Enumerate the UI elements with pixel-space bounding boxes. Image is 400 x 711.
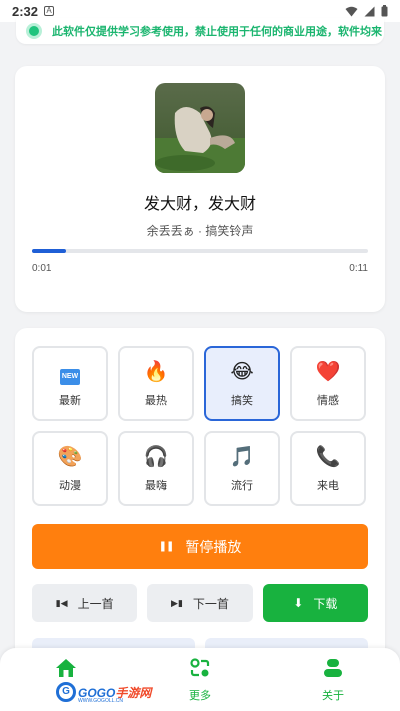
new-icon: NEW xyxy=(59,360,81,385)
wifi-icon xyxy=(345,6,358,16)
category-label: 最热 xyxy=(145,394,167,407)
status-icons xyxy=(345,5,388,17)
next-label: 下一首 xyxy=(192,596,229,611)
progress-fill xyxy=(32,249,66,253)
music-note-icon: 🎵 xyxy=(229,445,255,468)
bottom-tab-bar: G GOGO手游网 WWW.GOGOLL.CN 更多 关于 xyxy=(0,648,400,711)
laughing-face-icon: 😂 xyxy=(230,360,254,383)
fire-icon: 🔥 xyxy=(143,360,169,383)
category-label: 流行 xyxy=(231,479,253,492)
notice-dot-icon xyxy=(26,23,42,39)
song-title: 发大财，发大财 xyxy=(143,196,256,213)
pause-icon: ❚❚ xyxy=(158,541,175,552)
download-button[interactable]: ⬇ 下载 xyxy=(262,584,368,622)
album-cover xyxy=(155,83,245,173)
song-category: 搞笑铃声 xyxy=(205,224,254,238)
song-subtitle: 余丢丢ぁ · 搞笑铃声 xyxy=(15,222,385,239)
gogo-logo: G GOGO手游网 WWW.GOGOLL.CN xyxy=(56,682,151,704)
user-icon xyxy=(324,659,342,677)
tab-home[interactable] xyxy=(26,658,106,683)
download-icon: ⬇ xyxy=(293,596,304,610)
previous-button[interactable]: ▮◀ 上一首 xyxy=(32,584,138,622)
disclaimer-banner: 此软件仅提供学习参考使用，禁止使用于任何的商业用途，软件均来 xyxy=(16,18,384,44)
category-funny[interactable]: 😂 搞笑 xyxy=(204,346,280,421)
status-time: 2:32 xyxy=(12,3,39,19)
category-label: 情感 xyxy=(317,394,339,407)
total-time: 0:11 xyxy=(349,263,368,274)
tab-more[interactable]: 更多 xyxy=(160,658,240,703)
category-label: 来电 xyxy=(317,479,339,492)
tab-about[interactable]: 关于 xyxy=(293,658,373,703)
notification-a-icon: A xyxy=(44,6,55,16)
headphones-icon: 🎧 xyxy=(143,445,169,468)
more-apps-icon xyxy=(190,658,210,677)
category-emotion[interactable]: ❤️ 情感 xyxy=(290,346,366,421)
battery-icon xyxy=(381,5,388,17)
category-label: 搞笑 xyxy=(231,394,253,407)
logo-url: WWW.GOGOLL.CN xyxy=(78,698,123,704)
category-grid: NEW 最新 🔥 最热 😂 搞笑 ❤️ 情感 🎨 动漫 🎧 最嗨 🎵 流行 📞 xyxy=(32,346,368,506)
category-ringtone[interactable]: 📞 来电 xyxy=(290,431,366,506)
category-pop[interactable]: 🎵 流行 xyxy=(204,431,280,506)
tab-more-label: 更多 xyxy=(189,690,211,702)
category-party[interactable]: 🎧 最嗨 xyxy=(118,431,194,506)
progress-bar[interactable] xyxy=(32,249,368,253)
skip-previous-icon: ▮◀ xyxy=(55,597,68,608)
current-time: 0:01 xyxy=(32,263,52,274)
previous-label: 上一首 xyxy=(77,596,114,611)
palette-icon: 🎨 xyxy=(57,445,83,468)
category-label: 动漫 xyxy=(59,479,81,492)
next-button[interactable]: ▶▮ 下一首 xyxy=(147,584,253,622)
download-label: 下载 xyxy=(313,596,338,611)
heart-icon: ❤️ xyxy=(315,360,341,383)
playback-controls: ▮◀ 上一首 ▶▮ 下一首 ⬇ 下载 xyxy=(32,584,368,622)
signal-icon xyxy=(364,6,375,16)
tab-about-label: 关于 xyxy=(322,690,344,702)
disclaimer-text: 此软件仅提供学习参考使用，禁止使用于任何的商业用途，软件均来 xyxy=(52,26,382,38)
category-newest[interactable]: NEW 最新 xyxy=(32,346,108,421)
category-anime[interactable]: 🎨 动漫 xyxy=(32,431,108,506)
home-icon xyxy=(56,659,76,677)
subtitle-separator: · xyxy=(194,224,206,238)
category-label: 最嗨 xyxy=(145,479,167,492)
phone-icon: 📞 xyxy=(315,445,341,468)
category-label: 最新 xyxy=(59,394,81,407)
logo-g-icon: G xyxy=(56,682,76,702)
player-card: 发大财，发大财 余丢丢ぁ · 搞笑铃声 0:01 0:11 xyxy=(15,66,385,312)
category-hottest[interactable]: 🔥 最热 xyxy=(118,346,194,421)
pause-label: 暂停播放 xyxy=(185,538,242,555)
pause-button[interactable]: ❚❚ 暂停播放 xyxy=(32,524,368,569)
song-artist: 余丢丢ぁ xyxy=(146,224,195,238)
skip-next-icon: ▶▮ xyxy=(171,597,183,608)
